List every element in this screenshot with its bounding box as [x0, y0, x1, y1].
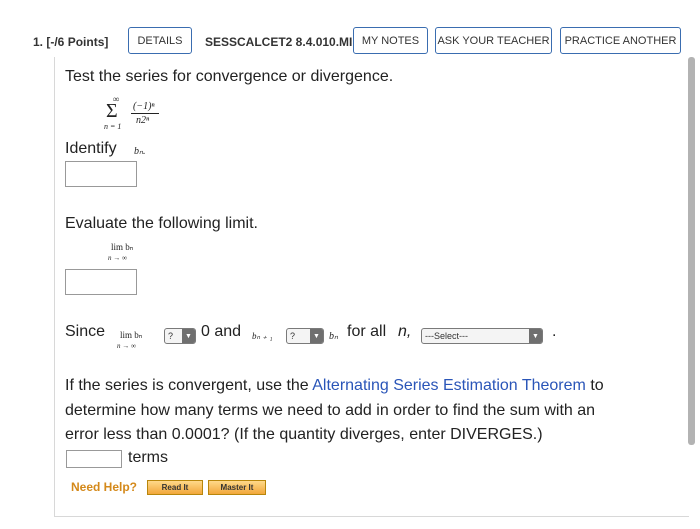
question-header: 1. [-/6 Points] DETAILS SESSCALCET2 8.4.… — [0, 0, 700, 62]
terms-label: terms — [128, 449, 168, 466]
chevron-down-icon: ▼ — [529, 329, 542, 343]
problem-prompt: Test the series for convergence or diver… — [65, 68, 394, 85]
comparison-select-1[interactable]: ? ▼ — [164, 328, 196, 344]
convergence-select-value: ---Select--- — [425, 331, 468, 341]
b-n-term: bₙ — [329, 331, 338, 342]
chevron-down-icon: ▼ — [310, 329, 323, 343]
estimation-line-1: If the series is convergent, use the Alt… — [65, 377, 604, 395]
practice-another-button[interactable]: PRACTICE ANOTHER — [560, 27, 681, 54]
estimation-text-before: If the series is convergent, use the — [65, 377, 309, 394]
ask-your-teacher-button[interactable]: ASK YOUR TEACHER — [435, 27, 552, 54]
master-it-button[interactable]: Master It — [208, 480, 266, 495]
chevron-down-icon: ▼ — [182, 329, 195, 343]
sigma-symbol: Σ — [106, 100, 118, 122]
comparison-select-2-value: ? — [290, 331, 296, 341]
details-button[interactable]: DETAILS — [128, 27, 192, 54]
limit-top: lim bₙ — [111, 242, 134, 252]
alternating-series-theorem-link[interactable]: Alternating Series Estimation Theorem — [312, 377, 586, 394]
evaluate-label: Evaluate the following limit. — [65, 215, 258, 232]
estimation-line-3: error less than 0.0001? (If the quantity… — [65, 426, 543, 443]
question-number: 1. [-/6 Points] — [33, 35, 108, 49]
read-it-button[interactable]: Read It — [147, 480, 203, 495]
convergence-select[interactable]: ---Select--- ▼ — [421, 328, 543, 344]
series-numerator: (−1)ⁿ — [133, 101, 155, 112]
since-period: . — [552, 323, 557, 340]
identify-bn-math: bₙ. — [134, 146, 146, 157]
identify-bn-input[interactable] — [65, 161, 137, 187]
n-variable: n, — [398, 323, 412, 340]
comparison-select-2[interactable]: ? ▼ — [286, 328, 324, 344]
series-lower-limit: n = 1 — [104, 122, 122, 131]
estimation-line-2: determine how many terms we need to add … — [65, 402, 596, 419]
need-help-label: Need Help? — [71, 480, 138, 494]
question-id: SESSCALCET2 8.4.010.MI. — [205, 35, 356, 49]
since-lim-top: lim bₙ — [120, 330, 143, 340]
terms-input[interactable] — [66, 450, 122, 468]
since-label: Since — [65, 323, 106, 340]
series-denominator: n2ⁿ — [136, 115, 150, 126]
comparison-select-1-value: ? — [168, 331, 174, 341]
question-body-frame — [54, 57, 689, 517]
identify-label: Identify — [65, 140, 117, 157]
scrollbar[interactable] — [688, 57, 695, 445]
fraction-bar — [131, 113, 159, 114]
since-lim-bottom: n → ∞ — [117, 342, 136, 350]
estimation-text-after: to — [590, 377, 604, 394]
question-number-text: 1. — [33, 35, 44, 49]
limit-bottom: n → ∞ — [108, 254, 127, 262]
zero-and-text: 0 and — [201, 323, 242, 340]
question-points: [-/6 Points] — [46, 35, 109, 49]
for-all-text: for all — [347, 323, 387, 340]
my-notes-button[interactable]: MY NOTES — [353, 27, 428, 54]
b-next-term: bₙ ₊ ₁ — [252, 331, 273, 341]
limit-input[interactable] — [65, 269, 137, 295]
